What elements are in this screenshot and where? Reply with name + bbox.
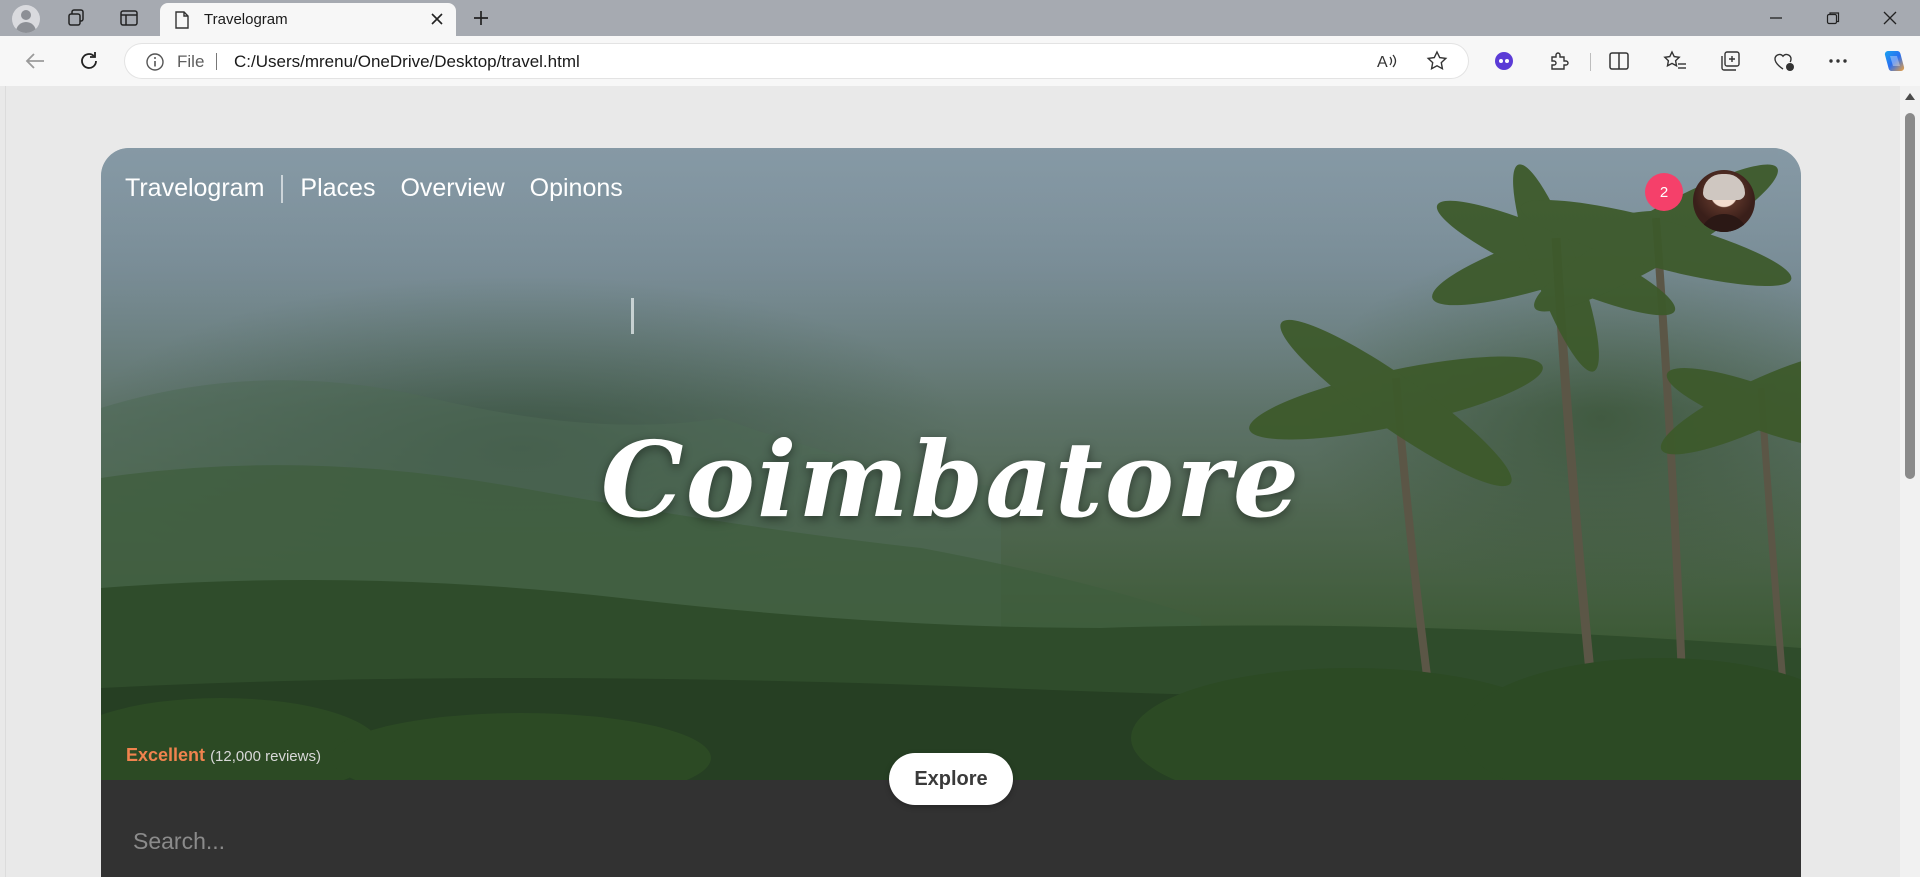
nav-link-opinions[interactable]: Opinons <box>530 174 623 203</box>
nav-divider <box>281 174 284 203</box>
browser-toolbar: File C:/Users/mrenu/OneDrive/Desktop/tra… <box>0 36 1920 86</box>
scrollbar-thumb[interactable] <box>1905 113 1915 479</box>
explore-button[interactable]: Explore <box>889 753 1013 805</box>
profile-icon[interactable] <box>12 5 40 33</box>
extensions-icon[interactable] <box>1544 47 1574 75</box>
browser-essentials-icon[interactable] <box>1769 47 1799 75</box>
favorite-star-icon[interactable] <box>1425 50 1449 72</box>
more-options-icon[interactable] <box>1823 47 1853 75</box>
collections-icon[interactable] <box>1715 47 1745 75</box>
back-icon[interactable] <box>19 46 51 76</box>
svg-text:A: A <box>1377 54 1388 71</box>
page-icon <box>174 11 190 34</box>
read-aloud-icon[interactable]: A <box>1375 50 1399 72</box>
refresh-icon[interactable] <box>73 46 105 76</box>
tab-title: Travelogram <box>204 11 288 28</box>
new-tab-icon[interactable] <box>467 5 495 31</box>
split-screen-icon[interactable] <box>1604 47 1634 75</box>
hero-banner: Travelogram Places Overview Opinons 2 Co… <box>101 148 1801 780</box>
close-tab-icon[interactable] <box>426 8 448 30</box>
nav-link-places[interactable]: Places <box>300 174 375 203</box>
browser-tab[interactable]: Travelogram <box>160 3 456 36</box>
rating: Excellent (12,000 reviews) <box>126 745 321 766</box>
extension-ghost-icon[interactable] <box>1489 47 1519 75</box>
notification-badge[interactable]: 2 <box>1645 173 1683 211</box>
address-separator <box>216 53 217 70</box>
page-viewport: Travelogram Places Overview Opinons 2 Co… <box>5 86 1901 877</box>
review-count: (12,000 reviews) <box>210 748 321 765</box>
site-brand[interactable]: Travelogram <box>125 174 264 203</box>
workspaces-icon[interactable] <box>63 6 89 30</box>
restore-icon[interactable] <box>1810 3 1856 33</box>
browser-titlebar: Travelogram <box>0 0 1920 36</box>
minimize-icon[interactable] <box>1753 3 1799 33</box>
address-bar[interactable]: File C:/Users/mrenu/OneDrive/Desktop/tra… <box>125 44 1468 78</box>
rating-label: Excellent <box>126 745 206 765</box>
hero-title: Coimbatore <box>600 418 1302 541</box>
close-window-icon[interactable] <box>1867 3 1913 33</box>
page-scrollbar[interactable] <box>1900 86 1920 877</box>
user-avatar[interactable] <box>1693 170 1755 232</box>
favorites-icon[interactable] <box>1660 47 1690 75</box>
search-input[interactable] <box>131 822 1235 860</box>
vertical-tabs-icon[interactable] <box>116 6 142 30</box>
info-icon[interactable] <box>145 52 165 77</box>
copilot-icon[interactable] <box>1878 47 1908 75</box>
nav-link-overview[interactable]: Overview <box>400 174 504 203</box>
scroll-up-arrow-icon[interactable] <box>1905 93 1915 100</box>
site-nav: Travelogram Places Overview Opinons <box>125 174 648 203</box>
protocol-label: File <box>177 52 205 71</box>
url-text[interactable]: C:/Users/mrenu/OneDrive/Desktop/travel.h… <box>234 52 580 72</box>
toolbar-separator <box>1590 53 1591 71</box>
